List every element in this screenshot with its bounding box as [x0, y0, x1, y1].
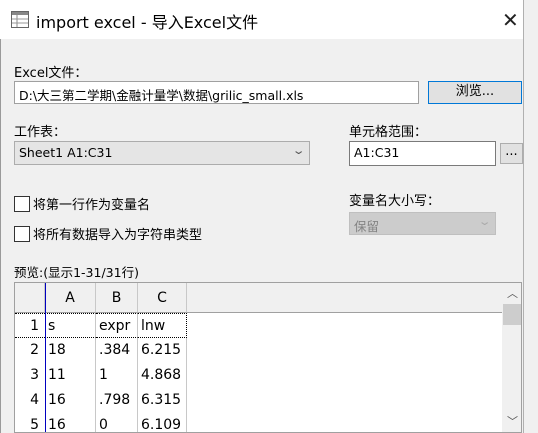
close-icon[interactable]: ✕: [502, 8, 519, 32]
range-input[interactable]: A1:C31: [349, 141, 496, 166]
first-row-names-label: 将第一行作为变量名: [33, 198, 151, 213]
table-cell[interactable]: lnw: [138, 313, 187, 338]
scroll-down-icon[interactable]: ﹀: [507, 413, 518, 429]
scroll-up-icon[interactable]: ︿: [507, 285, 518, 301]
table-cell[interactable]: 6.215: [138, 338, 187, 363]
table-cell[interactable]: 6.315: [138, 388, 187, 413]
window-left-border: [0, 0, 1, 433]
table-cell[interactable]: 11: [45, 363, 96, 388]
table-cell[interactable]: 0: [96, 413, 138, 432]
sheet-label: 工作表：: [14, 125, 67, 140]
table-cell[interactable]: s: [45, 313, 96, 338]
case-value: 保留: [354, 219, 380, 234]
all-string-label: 将所有数据导入为字符串类型: [33, 228, 203, 243]
corner-header: [15, 283, 45, 313]
row-number: 5: [30, 417, 39, 433]
table-cell[interactable]: 6.109: [138, 413, 187, 432]
row-header-divider: [45, 283, 46, 432]
window-right-border: [523, 0, 524, 433]
scroll-thumb[interactable]: [503, 304, 521, 325]
column-header-a[interactable]: A: [45, 283, 96, 313]
title-bar: import excel - 导入Excel文件 ✕: [0, 0, 524, 39]
case-label: 变量名大小写：: [349, 194, 441, 209]
table-cell[interactable]: 1: [96, 363, 138, 388]
chevron-down-icon: ⌄: [291, 144, 306, 157]
file-path-input[interactable]: D:\大三第二学期\金融计量学\数据\grilic_small.xls: [14, 81, 419, 104]
header-filler: [187, 283, 502, 313]
row-number: 1: [15, 313, 45, 338]
preview-grid[interactable]: A B C 1 s expr lnw 2 18.384 6.215 3 11 1 4.868 4 16.…: [14, 282, 522, 433]
browse-button[interactable]: 浏览...: [428, 81, 522, 104]
table-cell[interactable]: expr: [96, 313, 138, 338]
first-row-names-option[interactable]: 将第一行作为变量名: [14, 194, 150, 213]
case-select[interactable]: 保留 ⌄: [349, 212, 496, 235]
first-row-names-checkbox[interactable]: [14, 195, 30, 212]
range-picker-button[interactable]: ...: [500, 143, 523, 164]
table-cell[interactable]: .384: [96, 338, 138, 363]
chevron-down-icon: ⌄: [477, 215, 492, 228]
table-icon: [11, 11, 29, 28]
table-cell[interactable]: .798: [96, 388, 138, 413]
preview-label: 预览:(显示1-31/31行): [14, 265, 139, 280]
table-cell[interactable]: 4.868: [138, 363, 187, 388]
all-string-option[interactable]: 将所有数据导入为字符串类型: [14, 224, 202, 243]
row-number: 2: [30, 342, 39, 358]
table-cell[interactable]: 16: [45, 388, 96, 413]
vertical-scrollbar[interactable]: ︿ ﹀: [502, 283, 521, 432]
sheet-value: Sheet1 A1:C31: [19, 145, 113, 160]
window-title: import excel - 导入Excel文件: [36, 13, 259, 32]
column-header-b[interactable]: B: [96, 283, 138, 313]
row-number: 4: [30, 392, 39, 408]
row-number: 3: [30, 367, 39, 383]
table-cell[interactable]: 18: [45, 338, 96, 363]
excel-file-label: Excel文件：: [14, 66, 88, 81]
sheet-select[interactable]: Sheet1 A1:C31 ⌄: [14, 141, 310, 165]
table-cell[interactable]: 16: [45, 413, 96, 432]
all-string-checkbox[interactable]: [14, 225, 30, 242]
column-header-c[interactable]: C: [138, 283, 187, 313]
range-label: 单元格范围：: [349, 125, 428, 140]
